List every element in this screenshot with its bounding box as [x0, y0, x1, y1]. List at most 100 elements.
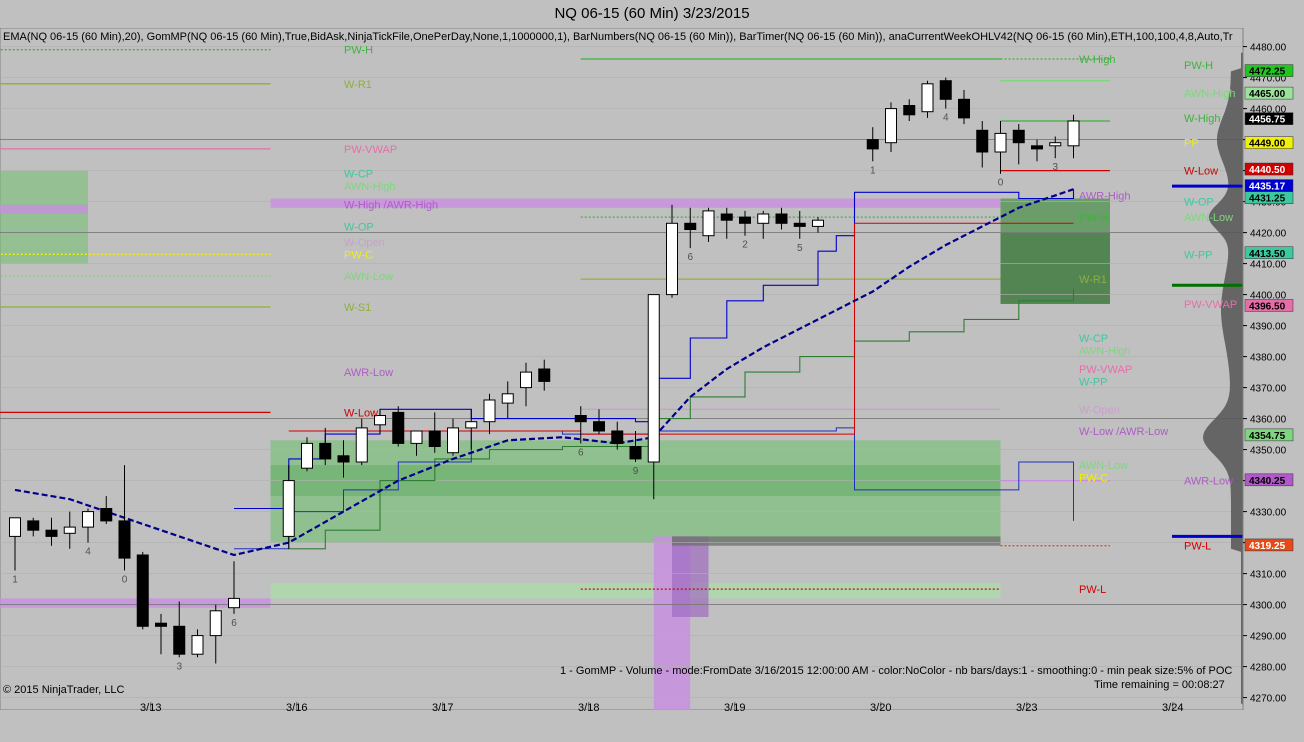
candle-body	[155, 622, 167, 627]
candle-body	[593, 421, 605, 432]
level-label: W-OP	[1184, 197, 1214, 209]
price-badge-label: 4465.00	[1249, 89, 1286, 100]
bar-number-label: 1	[870, 165, 876, 176]
price-tick-label: 4390.00	[1250, 322, 1287, 333]
candle-body	[812, 219, 824, 227]
candle-body	[739, 216, 751, 224]
bar-number-label: 3	[1052, 162, 1058, 173]
candle-body	[702, 210, 715, 237]
price-tick-label: 4280.00	[1250, 663, 1287, 674]
value-area-band	[0, 204, 88, 214]
price-tick-label: 4350.00	[1250, 446, 1287, 457]
value-area-band	[1000, 232, 1110, 304]
price-chart[interactable]: 140366962 51403 PW-HW-R1PW-VWAPW-CPAWN-Hi…	[0, 28, 1304, 742]
time-tick-label: 3/16	[286, 702, 307, 714]
level-label: AWR-Low	[1184, 476, 1233, 488]
bar-number-label: 6	[578, 447, 584, 458]
level-label: PW-L	[1079, 584, 1106, 596]
bar-number-label: 5	[797, 243, 803, 254]
level-label: PW-C	[344, 249, 373, 261]
level-label: W-CP	[344, 169, 373, 181]
candle-body	[173, 625, 186, 655]
bar-number-label: 0	[998, 178, 1004, 189]
time-tick-label: 3/20	[870, 702, 891, 714]
bar-number-label: 1	[12, 575, 18, 586]
candle-body	[301, 442, 313, 469]
candle-body	[976, 129, 989, 153]
bar-timer-label: Time remaining = 00:08:27	[1094, 679, 1225, 691]
level-label: PW-H	[1184, 60, 1213, 72]
price-tick-label: 4310.00	[1250, 570, 1287, 581]
price-tick-label: 4370.00	[1250, 384, 1287, 395]
level-label: W-S1	[344, 302, 371, 314]
candle-body	[63, 526, 76, 534]
chart-title: NQ 06-15 (60 Min) 3/23/2015	[554, 5, 750, 22]
candle-body	[921, 83, 934, 113]
time-tick-label: 3/13	[140, 702, 161, 714]
price-tick-label: 4270.00	[1250, 694, 1287, 705]
level-label: AWN-Low	[1184, 212, 1233, 224]
bar-number-label: 6	[687, 252, 693, 263]
level-label: W-Low /AWR-Low	[1079, 426, 1168, 438]
bar-number-label: 2	[742, 240, 748, 251]
level-label: W-OP	[344, 221, 374, 233]
level-label: AWN-High	[1184, 88, 1236, 100]
level-label: PW-VWAP	[1079, 364, 1132, 376]
candle-body	[903, 105, 916, 116]
candle-body	[1067, 120, 1080, 147]
price-badge-label: 4435.17	[1249, 182, 1286, 193]
candle-body	[647, 294, 660, 463]
candle-body	[447, 427, 459, 454]
bar-number-label: 3	[176, 661, 182, 672]
level-label: AWN-High	[1079, 345, 1131, 357]
price-badge-label: 4340.25	[1249, 476, 1286, 487]
candle-body	[994, 132, 1007, 153]
candle-body	[538, 368, 551, 382]
candle-body	[45, 529, 58, 537]
level-label: W-R1	[344, 79, 372, 91]
level-label: PP	[1184, 138, 1199, 150]
candle-body	[136, 554, 149, 627]
bar-number-label: 0	[122, 575, 128, 586]
candle-body	[611, 430, 624, 444]
candle-body	[209, 610, 222, 637]
candle-body	[666, 222, 678, 296]
level-label: W-PP	[1079, 376, 1108, 388]
value-area-band	[270, 582, 1001, 599]
gom-mp-label: 1 - GomMP - Volume - mode:FromDate 3/16/…	[560, 665, 1233, 677]
candle-body	[27, 520, 40, 531]
level-label: PW-VWAP	[1184, 299, 1237, 311]
candle-body	[355, 427, 368, 463]
level-label: W-R1	[1079, 274, 1107, 286]
bar-number-label: 4	[85, 547, 91, 558]
candle-body	[392, 411, 405, 444]
level-label: PW-H	[1079, 212, 1108, 224]
candle-body	[501, 393, 514, 404]
price-badge-label: 4354.75	[1249, 431, 1286, 442]
copyright-notice: © 2015 NinjaTrader, LLC	[3, 684, 125, 696]
candle-body	[866, 139, 879, 150]
candle-body	[720, 213, 733, 221]
level-label: W-PP	[1184, 249, 1213, 261]
candle-body	[629, 446, 642, 460]
level-label: W-Open	[1079, 404, 1120, 416]
time-tick-label: 3/24	[1162, 702, 1183, 714]
candle-body	[885, 108, 897, 144]
level-label: W-High	[1079, 54, 1115, 66]
candle-body	[100, 508, 113, 522]
candle-body	[191, 635, 204, 655]
price-tick-label: 4290.00	[1250, 632, 1287, 643]
candle-body	[1031, 145, 1043, 150]
level-label: W-High /AWR-High	[344, 200, 438, 212]
level-label: W-Low	[344, 407, 378, 419]
level-label: PW-C	[1079, 473, 1108, 485]
time-tick-label: 3/19	[724, 702, 745, 714]
level-label: AWR-High	[1079, 190, 1131, 202]
price-badge-label: 4319.25	[1249, 541, 1286, 552]
price-badge-label: 4449.00	[1249, 139, 1286, 150]
value-area-band	[672, 536, 1001, 546]
candle-body	[483, 399, 496, 423]
candle-body	[757, 213, 770, 224]
level-label: W-Low	[1184, 166, 1218, 178]
level-label: W-CP	[1079, 333, 1108, 345]
